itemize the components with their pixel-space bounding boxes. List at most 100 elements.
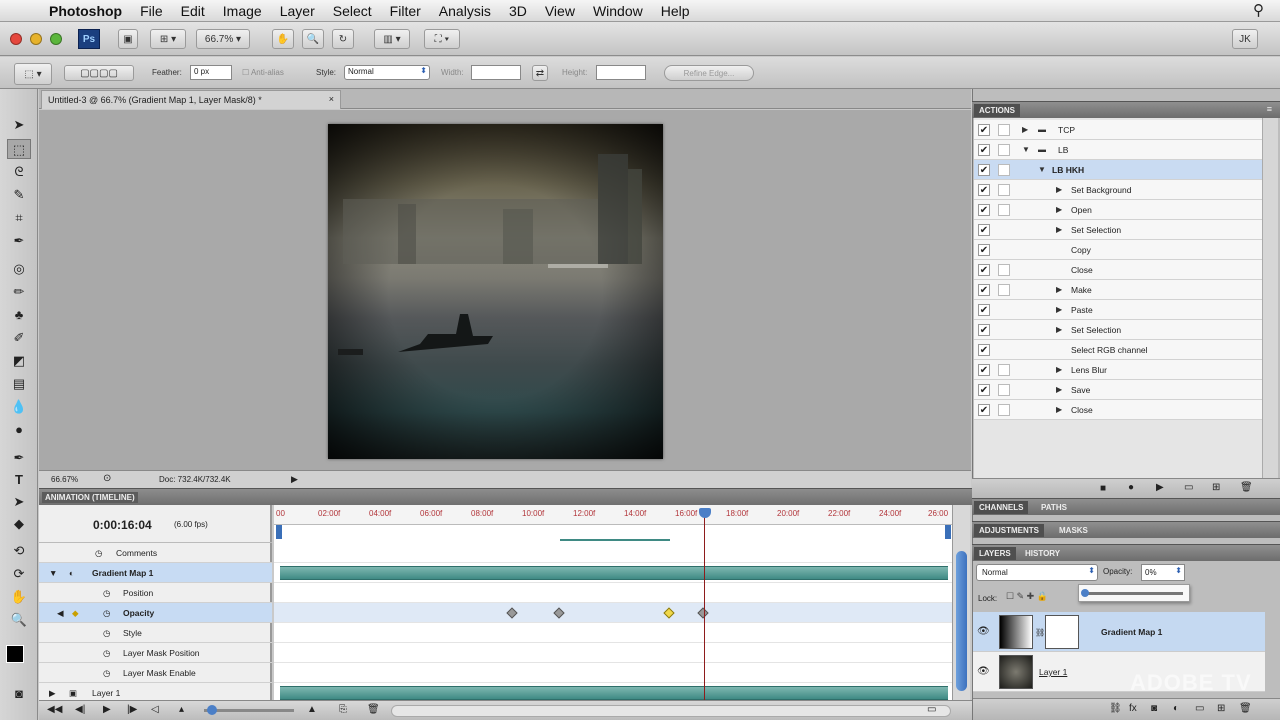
status-menu-arrow-icon[interactable]: ▶ <box>291 474 298 485</box>
screen-mode-button[interactable]: ⛶ ▾ <box>424 29 460 49</box>
action-step[interactable]: ✔ ▶ Set Selection <box>974 220 1262 240</box>
adjustments-tab[interactable]: ADJUSTMENTS <box>974 524 1045 537</box>
dialog-toggle[interactable] <box>998 204 1010 216</box>
zoom-level-button[interactable]: 66.7% ▾ <box>196 29 250 49</box>
actions-tab[interactable]: ACTIONS <box>974 104 1020 117</box>
arrange-documents-button[interactable]: ▥ ▾ <box>374 29 410 49</box>
zoom-tool-icon[interactable]: 🔍 <box>7 610 31 630</box>
shape-tool-icon[interactable]: ◆ <box>7 514 31 534</box>
timeline-row-mask-enable[interactable]: ◷ Layer Mask Enable <box>39 663 272 683</box>
current-time[interactable]: 0:00:16:04 <box>93 518 152 532</box>
refine-edge-button[interactable]: Refine Edge... <box>664 65 754 81</box>
dialog-toggle[interactable] <box>998 364 1010 376</box>
action-lb-hkh[interactable]: ✔ ▼ LB HKH <box>974 160 1262 180</box>
document-tab[interactable]: Untitled-3 @ 66.7% (Gradient Map 1, Laye… <box>41 90 341 109</box>
action-step[interactable]: ✔ ▶ Lens Blur <box>974 360 1262 380</box>
track-comments[interactable] <box>274 543 952 563</box>
eraser-tool-icon[interactable]: ◩ <box>7 351 31 371</box>
stop-icon[interactable]: ■ <box>1100 483 1106 494</box>
type-tool-icon[interactable]: T <box>7 470 31 490</box>
scrollbar-thumb[interactable] <box>956 551 967 691</box>
timeline-row-opacity[interactable]: ◀ ◆ ◷ Opacity <box>39 603 272 623</box>
expand-arrow-icon[interactable]: ▶ <box>1056 385 1062 394</box>
menu-edit[interactable]: Edit <box>172 3 214 19</box>
rotate-view-button[interactable]: ↻ <box>332 29 354 49</box>
checkmark-icon[interactable]: ✔ <box>978 384 990 396</box>
dodge-tool-icon[interactable]: ● <box>7 420 31 440</box>
checkmark-icon[interactable]: ✔ <box>978 284 990 296</box>
timeline-row-comments[interactable]: ◷ Comments <box>39 543 272 563</box>
user-button[interactable]: JK <box>1232 29 1258 49</box>
close-document-icon[interactable]: × <box>329 94 334 104</box>
layer-mask-thumbnail[interactable] <box>1045 615 1079 649</box>
checkmark-icon[interactable]: ✔ <box>978 204 990 216</box>
dialog-toggle[interactable] <box>998 144 1010 156</box>
track-mask-position[interactable] <box>274 643 952 663</box>
expand-arrow-icon[interactable]: ▶ <box>1022 125 1028 134</box>
timeline-panel-tab[interactable]: ANIMATION (TIMELINE) <box>42 492 138 503</box>
expand-arrow-icon[interactable]: ▶ <box>1056 305 1062 314</box>
document-image[interactable] <box>328 124 663 459</box>
stopwatch-icon[interactable]: ◷ <box>103 668 110 679</box>
menu-window[interactable]: Window <box>584 3 652 19</box>
timeline-row-position[interactable]: ◷ Position <box>39 583 272 603</box>
opacity-slider-popup[interactable] <box>1078 584 1190 602</box>
next-frame-icon[interactable]: |▶ <box>127 704 137 715</box>
first-frame-icon[interactable]: ◀◀ <box>47 704 62 715</box>
menu-view[interactable]: View <box>536 3 584 19</box>
status-zoom[interactable]: 66.67% <box>51 475 78 484</box>
audio-icon[interactable]: ◁ <box>151 704 159 715</box>
stopwatch-icon[interactable]: ◷ <box>103 648 110 659</box>
action-step[interactable]: ✔ ▶ Close <box>974 400 1262 420</box>
track-mask-enable[interactable] <box>274 663 952 683</box>
hand-tool-button[interactable]: ✋ <box>272 29 294 49</box>
blur-tool-icon[interactable]: 💧 <box>7 397 31 417</box>
lasso-tool-icon[interactable]: ᘓ <box>7 162 31 182</box>
eye-visibility-icon[interactable]: 👁 <box>977 626 990 637</box>
channels-tab[interactable]: CHANNELS <box>974 501 1029 514</box>
menu-help[interactable]: Help <box>652 3 699 19</box>
chain-link-icon[interactable]: ⛓ <box>1035 628 1045 637</box>
expand-arrow-icon[interactable]: ▶ <box>1056 365 1062 374</box>
action-step[interactable]: ✔ ▶ Set Background <box>974 180 1262 200</box>
style-select[interactable]: Normal ⬍ <box>344 65 430 80</box>
quick-mask-icon[interactable]: ◙ <box>7 684 31 704</box>
panel-menu-icon[interactable]: ≡ <box>1267 104 1272 114</box>
keyframe-selected[interactable] <box>663 607 675 619</box>
timeline-row-mask-position[interactable]: ◷ Layer Mask Position <box>39 643 272 663</box>
add-keyframe-icon[interactable]: ◆ <box>72 608 79 619</box>
expand-arrow-icon[interactable]: ▶ <box>1056 205 1062 214</box>
checkmark-icon[interactable]: ✔ <box>978 324 990 336</box>
brush-tool-icon[interactable]: ✏ <box>7 282 31 302</box>
move-tool-icon[interactable]: ➤ <box>7 115 31 135</box>
path-selection-tool-icon[interactable]: ➤ <box>7 492 31 512</box>
track-position[interactable] <box>274 583 952 603</box>
selection-mode-buttons[interactable]: ▢▢▢▢ <box>64 65 134 81</box>
delete-action-icon[interactable]: 🗑 <box>1240 482 1253 493</box>
menu-layer[interactable]: Layer <box>271 3 324 19</box>
track-opacity[interactable] <box>274 603 952 623</box>
checkmark-icon[interactable]: ✔ <box>978 264 990 276</box>
3d-rotate-tool-icon[interactable]: ⟲ <box>7 541 31 561</box>
new-set-icon[interactable]: ▭ <box>1184 482 1193 493</box>
collapse-arrow-icon[interactable]: ▼ <box>1038 165 1046 174</box>
anti-alias-checkbox[interactable]: ☐ Anti-alias <box>242 68 284 77</box>
minimize-window-icon[interactable] <box>30 33 42 45</box>
action-step[interactable]: ✔ ▶ Paste <box>974 300 1262 320</box>
checkmark-icon[interactable]: ✔ <box>978 164 990 176</box>
checkmark-icon[interactable]: ✔ <box>978 184 990 196</box>
play-action-icon[interactable]: ▶ <box>1156 482 1164 493</box>
action-set-lb[interactable]: ✔ ▼ ▬ LB <box>974 140 1262 160</box>
track-gradient-map[interactable] <box>274 563 952 583</box>
close-window-icon[interactable] <box>10 33 22 45</box>
work-area-start-handle[interactable] <box>276 525 282 539</box>
stopwatch-active-icon[interactable]: ◷ <box>103 608 110 619</box>
layer-1-thumbnail[interactable] <box>999 655 1033 689</box>
timeline-tracks[interactable] <box>274 505 952 703</box>
dialog-toggle[interactable] <box>998 124 1010 136</box>
gradient-tool-icon[interactable]: ▤ <box>7 374 31 394</box>
marquee-tool-icon[interactable]: ⬚ <box>7 139 31 159</box>
action-step[interactable]: ✔ ▶ Set Selection <box>974 320 1262 340</box>
hand-tool-icon[interactable]: ✋ <box>7 587 31 607</box>
work-area-bar[interactable] <box>560 539 670 541</box>
